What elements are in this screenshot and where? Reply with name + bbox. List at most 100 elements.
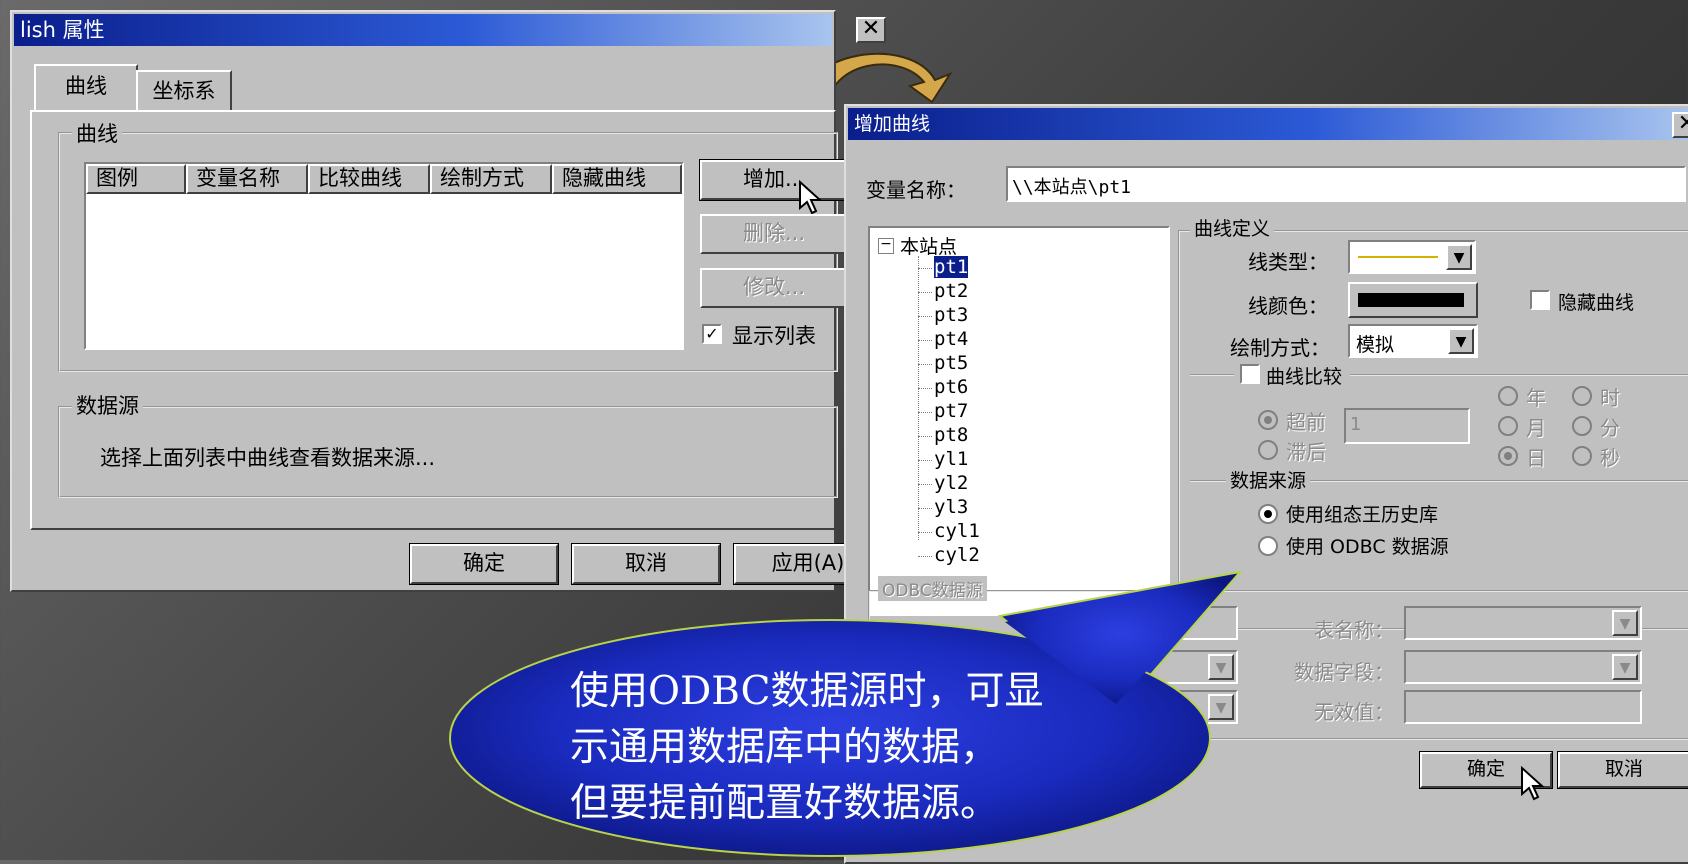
add-close-button[interactable]: ✕: [1672, 112, 1688, 138]
tree-connector: [918, 532, 932, 533]
hide-curve-label: 隐藏曲线: [1558, 292, 1635, 314]
tree-item-yl1[interactable]: yl1: [934, 448, 968, 470]
tree-item-cyl2[interactable]: cyl2: [934, 544, 980, 566]
source-odbc-label: 使用 ODBC 数据源: [1286, 536, 1449, 558]
tree-item-pt2[interactable]: pt2: [934, 280, 968, 302]
chevron-down-icon[interactable]: ▼: [1612, 654, 1638, 680]
chevron-down-icon[interactable]: ▼: [1446, 244, 1472, 270]
unit-month-label: 月: [1526, 416, 1546, 440]
line-color-swatch: [1358, 293, 1464, 307]
line-color-button[interactable]: [1348, 282, 1478, 318]
tree-root[interactable]: 本站点: [900, 232, 957, 259]
tree-connector: [918, 364, 932, 365]
tree-connector: [918, 412, 932, 413]
tree-item-yl3[interactable]: yl3: [934, 496, 968, 518]
show-list-label: 显示列表: [732, 324, 816, 348]
table-name-label: 表名称：: [1314, 618, 1394, 642]
tab-coords-label: 坐标系: [152, 79, 216, 103]
table-name-select[interactable]: ▼: [1404, 606, 1642, 640]
invalid-input[interactable]: [1404, 690, 1642, 724]
tab-coords[interactable]: 坐标系: [136, 70, 232, 112]
tree-item-pt6[interactable]: pt6: [934, 376, 968, 398]
properties-title: lish 属性: [14, 14, 832, 46]
source-odbc-radio[interactable]: [1258, 536, 1278, 556]
lag-radio[interactable]: [1258, 440, 1278, 460]
add-curve-title: 增加曲线: [848, 108, 1688, 140]
unit-year-radio[interactable]: [1498, 386, 1518, 406]
tree-connector: [918, 484, 932, 485]
line-type-label: 线类型：: [1248, 250, 1328, 274]
tree-collapse-icon[interactable]: −: [878, 237, 894, 254]
unit-hour-label: 时: [1600, 386, 1620, 410]
ahead-label: 超前: [1286, 410, 1326, 434]
tree-guide: [918, 256, 919, 540]
tree-connector: [918, 340, 932, 341]
tree-item-pt7[interactable]: pt7: [934, 400, 968, 422]
delete-button[interactable]: 删除...: [700, 214, 848, 254]
tree-connector: [918, 268, 932, 269]
curve-list[interactable]: 图例 变量名称 比较曲线 绘制方式 隐藏曲线: [84, 162, 684, 350]
unit-day-radio[interactable]: [1498, 446, 1518, 466]
unit-second-label: 秒: [1600, 446, 1620, 470]
callout-line-1: 使用ODBC数据源时，可显: [570, 669, 1044, 714]
callout-line-2: 示通用数据库中的数据，: [570, 725, 1000, 770]
modify-button[interactable]: 修改...: [700, 268, 848, 308]
cursor-icon: [1521, 766, 1545, 801]
list-header: 图例 变量名称 比较曲线 绘制方式 隐藏曲线: [86, 164, 682, 194]
tree-connector: [918, 556, 932, 557]
add-cancel-button[interactable]: 取消: [1557, 751, 1688, 789]
col-legend[interactable]: 图例: [86, 164, 186, 194]
tab-curve-label: 曲线: [65, 74, 107, 98]
line-type-select[interactable]: ▼: [1348, 240, 1476, 274]
close-button[interactable]: ✕: [856, 17, 886, 43]
col-compare[interactable]: 比较曲线: [308, 164, 430, 194]
tree-item-yl2[interactable]: yl2: [934, 472, 968, 494]
data-field-select[interactable]: ▼: [1404, 650, 1642, 684]
add-button[interactable]: 增加...: [699, 159, 849, 201]
source-history-radio[interactable]: [1258, 504, 1278, 524]
tree-item-pt8[interactable]: pt8: [934, 424, 968, 446]
col-var-name[interactable]: 变量名称: [186, 164, 308, 194]
variable-tree[interactable]: − 本站点 pt1 pt2 pt3 pt4 pt5 pt6 pt7 pt8 yl1 yl2 yl3 c…: [868, 226, 1170, 616]
var-name-label: 变量名称：: [866, 178, 966, 202]
compare-checkbox[interactable]: [1240, 364, 1260, 384]
offset-value: 1: [1350, 414, 1362, 435]
unit-minute-radio[interactable]: [1572, 416, 1592, 436]
unit-day-label: 日: [1526, 446, 1546, 470]
chevron-down-icon[interactable]: ▼: [1448, 328, 1474, 354]
chevron-down-icon[interactable]: ▼: [1612, 610, 1638, 636]
tree-item-pt3[interactable]: pt3: [934, 304, 968, 326]
compare-label: 曲线比较: [1266, 366, 1343, 388]
datasource-text: 选择上面列表中曲线查看数据来源...: [100, 446, 436, 470]
tree-connector: [918, 292, 932, 293]
curve-def-label: 曲线定义: [1190, 214, 1275, 241]
source-history-label: 使用组态王历史库: [1286, 504, 1439, 526]
hide-curve-checkbox[interactable]: [1530, 290, 1550, 310]
tree-connector: [918, 508, 932, 509]
line-type-swatch: [1358, 256, 1438, 258]
var-name-value: \\本站点\pt1: [1012, 177, 1132, 198]
col-draw-mode[interactable]: 绘制方式: [430, 164, 552, 194]
tab-curve[interactable]: 曲线: [34, 64, 138, 112]
unit-month-radio[interactable]: [1498, 416, 1518, 436]
cursor-icon: [799, 180, 823, 215]
curve-group-label: 曲线: [72, 118, 122, 148]
source-label: 数据来源: [1226, 466, 1311, 493]
tree-item-pt1[interactable]: pt1: [932, 255, 970, 279]
var-name-input[interactable]: \\本站点\pt1: [1006, 166, 1686, 202]
show-list-checkbox[interactable]: ✓: [702, 324, 722, 344]
col-hidden[interactable]: 隐藏曲线: [552, 164, 682, 194]
tree-item-pt4[interactable]: pt4: [934, 328, 968, 350]
unit-hour-radio[interactable]: [1572, 386, 1592, 406]
data-field-label: 数据字段：: [1294, 660, 1394, 684]
unit-minute-label: 分: [1600, 416, 1620, 440]
offset-input[interactable]: 1: [1344, 408, 1470, 444]
line-color-label: 线颜色：: [1248, 294, 1328, 318]
unit-second-radio[interactable]: [1572, 446, 1592, 466]
draw-mode-select[interactable]: 模拟 ▼: [1348, 324, 1478, 358]
ahead-radio[interactable]: [1258, 410, 1278, 430]
unit-year-label: 年: [1526, 386, 1546, 410]
properties-dialog: lish 属性 ✕ 曲线 坐标系 曲线 图例 变量名称 比较曲线 绘制方式 隐藏…: [10, 10, 886, 592]
tree-item-cyl1[interactable]: cyl1: [934, 520, 980, 542]
tree-item-pt5[interactable]: pt5: [934, 352, 968, 374]
